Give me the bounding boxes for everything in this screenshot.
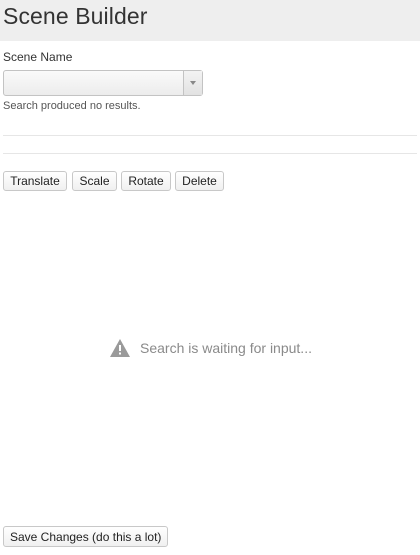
delete-button[interactable]: Delete [175, 171, 224, 191]
status-message: Search is waiting for input... [140, 340, 312, 356]
page-header: Scene Builder [0, 0, 420, 41]
scale-button[interactable]: Scale [72, 171, 117, 191]
scene-name-dropdown[interactable] [3, 70, 203, 96]
chevron-down-icon [190, 81, 196, 85]
dropdown-toggle[interactable] [183, 71, 202, 95]
save-changes-button[interactable]: Save Changes (do this a lot) [3, 526, 168, 547]
search-results-message: Search produced no results. [3, 100, 141, 112]
translate-button[interactable]: Translate [3, 171, 67, 191]
rotate-button[interactable]: Rotate [121, 171, 171, 191]
warning-icon [110, 339, 130, 357]
divider [3, 135, 417, 136]
scene-name-label: Scene Name [3, 50, 73, 64]
page-title: Scene Builder [3, 3, 148, 29]
divider [3, 153, 417, 154]
